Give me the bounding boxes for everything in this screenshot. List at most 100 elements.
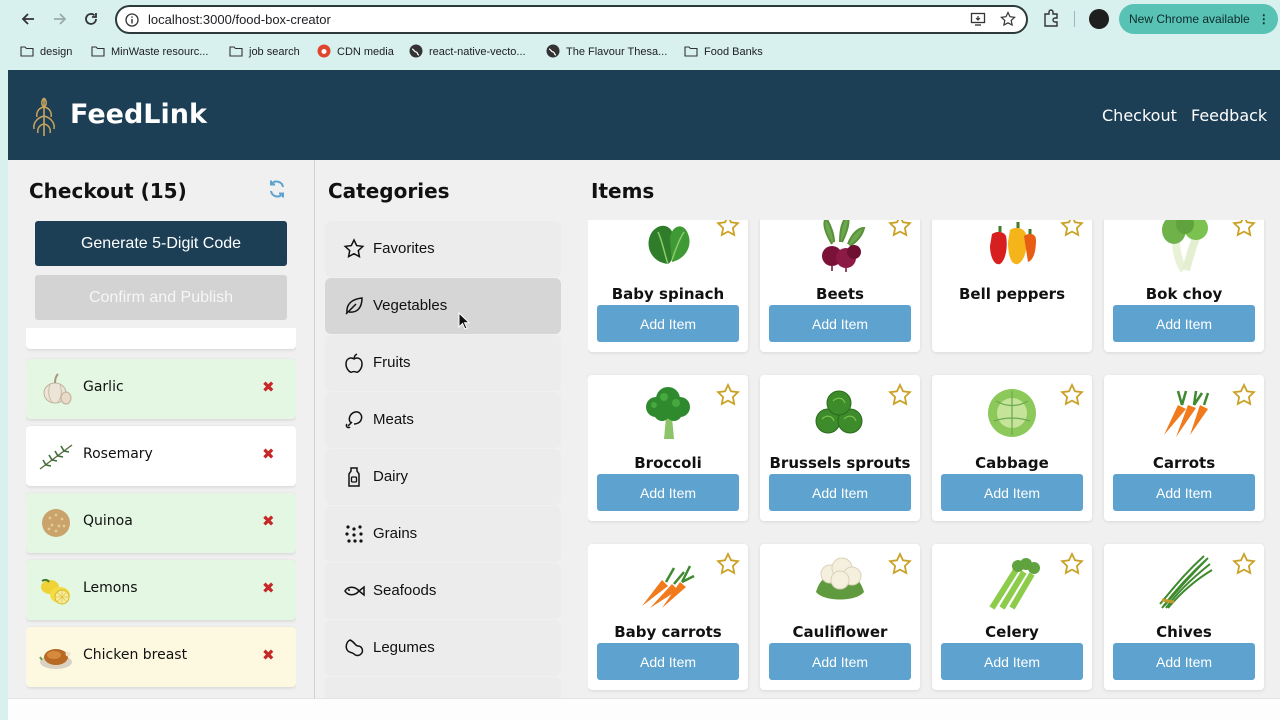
favorite-star-icon[interactable] xyxy=(1060,220,1084,242)
site-icon xyxy=(317,44,331,61)
category-dairy[interactable]: Dairy xyxy=(325,449,561,505)
favorite-star-icon[interactable] xyxy=(888,551,912,580)
folder-icon xyxy=(684,45,698,60)
favorite-star-icon[interactable] xyxy=(1060,551,1084,580)
category-meats[interactable]: Meats xyxy=(325,392,561,448)
favorite-star-icon[interactable] xyxy=(1232,551,1256,580)
forward-icon[interactable] xyxy=(50,9,70,29)
mouse-cursor-icon xyxy=(458,312,470,330)
globe-icon xyxy=(409,44,423,61)
checkout-item: Rosemary ✖ xyxy=(26,426,296,486)
item-name: Bok choy xyxy=(1145,285,1223,303)
remove-item-icon[interactable]: ✖ xyxy=(262,512,275,530)
update-chrome-button[interactable]: New Chrome available ⋮ xyxy=(1119,4,1278,34)
remove-item-icon[interactable]: ✖ xyxy=(262,646,275,664)
window-edge xyxy=(0,0,8,720)
remove-item-icon[interactable]: ✖ xyxy=(262,445,275,463)
bookmark-item[interactable]: The Flavour Thesa... xyxy=(546,42,667,62)
favorite-star-icon[interactable] xyxy=(888,220,912,242)
add-item-button[interactable]: Add Item xyxy=(597,643,739,680)
item-card: Cabbage Add Item xyxy=(932,375,1092,521)
categories-panel: Categories Favorites Vegetables Fruits Meat… xyxy=(316,160,576,698)
bookmark-label: MinWaste resourc... xyxy=(111,46,209,58)
category-vegetables[interactable]: Vegetables xyxy=(325,278,561,334)
checkout-item-name: Chicken breast xyxy=(83,647,188,663)
confirm-publish-button[interactable]: Confirm and Publish xyxy=(35,275,287,320)
add-item-button[interactable]: Add Item xyxy=(597,305,739,342)
globe-icon xyxy=(546,44,560,61)
bookmark-item[interactable]: job search xyxy=(229,42,300,62)
profile-avatar[interactable] xyxy=(1089,9,1109,29)
chicken-thumb-icon xyxy=(38,640,74,674)
remove-item-icon[interactable]: ✖ xyxy=(262,579,275,597)
checkout-item-name: Lemons xyxy=(83,580,138,596)
favorite-star-icon[interactable] xyxy=(716,382,740,411)
site-info-icon[interactable] xyxy=(125,12,139,31)
brand-name[interactable]: FeedLink xyxy=(70,99,207,130)
checkout-item: Quinoa ✖ xyxy=(26,493,296,553)
nav-feedback-link[interactable]: Feedback xyxy=(1191,106,1267,125)
add-item-button[interactable]: Add Item xyxy=(941,474,1083,511)
refresh-icon[interactable] xyxy=(267,179,287,203)
add-item-button[interactable]: Add Item xyxy=(1113,474,1255,511)
bookmark-item[interactable]: MinWaste resourc... xyxy=(91,42,208,62)
apple-icon xyxy=(343,352,365,374)
favorite-star-icon[interactable] xyxy=(1060,382,1084,411)
add-item-button[interactable]: Add Item xyxy=(941,643,1083,680)
checkout-list[interactable]: Garlic ✖ Rosemary ✖ Quinoa ✖ Lemons ✖ Chicken br… xyxy=(26,328,296,698)
item-name: Brussels sprouts xyxy=(769,454,911,472)
beets-image xyxy=(810,220,870,272)
favorite-star-icon[interactable] xyxy=(1232,220,1256,242)
checkout-item-name: Garlic xyxy=(83,379,124,395)
url-text[interactable]: localhost:3000/food-box-creator xyxy=(148,12,331,27)
category-grains[interactable]: Grains xyxy=(325,506,561,562)
wheat-logo-icon xyxy=(28,92,60,140)
category-seafoods[interactable]: Seafoods xyxy=(325,563,561,619)
favorite-star-icon[interactable] xyxy=(888,382,912,411)
checkout-item-name: Rosemary xyxy=(83,446,153,462)
bookmark-item[interactable]: design xyxy=(20,42,72,62)
lemons-thumb-icon xyxy=(38,573,74,607)
chives-image xyxy=(1154,552,1214,610)
more-menu-icon[interactable]: ⋮ xyxy=(1258,12,1270,26)
remove-item-icon[interactable]: ✖ xyxy=(262,378,275,396)
categories-title: Categories xyxy=(328,179,450,203)
add-item-button[interactable]: Add Item xyxy=(1113,305,1255,342)
category-favorites[interactable]: Favorites xyxy=(325,221,561,277)
favorite-star-icon[interactable] xyxy=(716,220,740,242)
category-label: Dairy xyxy=(373,468,409,485)
add-item-button[interactable]: Add Item xyxy=(769,643,911,680)
bookmark-label: react-native-vecto... xyxy=(429,46,526,58)
checkout-item: Garlic ✖ xyxy=(26,359,296,419)
item-name: Chives xyxy=(1156,623,1212,641)
items-panel: Items Baby spinach Add Item Beets Add Item B… xyxy=(577,160,1280,698)
back-icon[interactable] xyxy=(18,9,38,29)
category-fruits[interactable]: Fruits xyxy=(325,335,561,391)
category-legumes[interactable]: Legumes xyxy=(325,620,561,676)
item-card: Cauliflower Add Item xyxy=(760,544,920,690)
cabbage-image xyxy=(982,383,1042,441)
generate-code-button[interactable]: Generate 5-Digit Code xyxy=(35,221,287,266)
nav-checkout-link[interactable]: Checkout xyxy=(1102,106,1177,125)
category-partial[interactable] xyxy=(325,677,561,698)
quinoa-thumb-icon xyxy=(38,506,74,540)
items-grid[interactable]: Baby spinach Add Item Beets Add Item Bell pe… xyxy=(588,220,1280,698)
add-item-button[interactable]: Add Item xyxy=(769,305,911,342)
bookmark-label: Food Banks xyxy=(704,46,763,58)
bookmark-star-icon[interactable] xyxy=(1000,11,1016,31)
bookmark-item[interactable]: react-native-vecto... xyxy=(409,42,526,62)
milk-icon xyxy=(343,466,365,488)
favorite-star-icon[interactable] xyxy=(716,551,740,580)
install-app-icon[interactable] xyxy=(970,11,986,31)
favorite-star-icon[interactable] xyxy=(1232,382,1256,411)
category-label: Fruits xyxy=(373,354,411,371)
leaf-icon xyxy=(343,295,365,317)
extensions-icon[interactable] xyxy=(1042,9,1060,31)
address-bar[interactable]: localhost:3000/food-box-creator xyxy=(115,5,1028,34)
bookmark-item[interactable]: Food Banks xyxy=(684,42,763,62)
add-item-button[interactable]: Add Item xyxy=(769,474,911,511)
add-item-button[interactable]: Add Item xyxy=(1113,643,1255,680)
bookmark-item[interactable]: CDN media xyxy=(317,42,394,62)
reload-icon[interactable] xyxy=(81,9,101,29)
add-item-button[interactable]: Add Item xyxy=(597,474,739,511)
